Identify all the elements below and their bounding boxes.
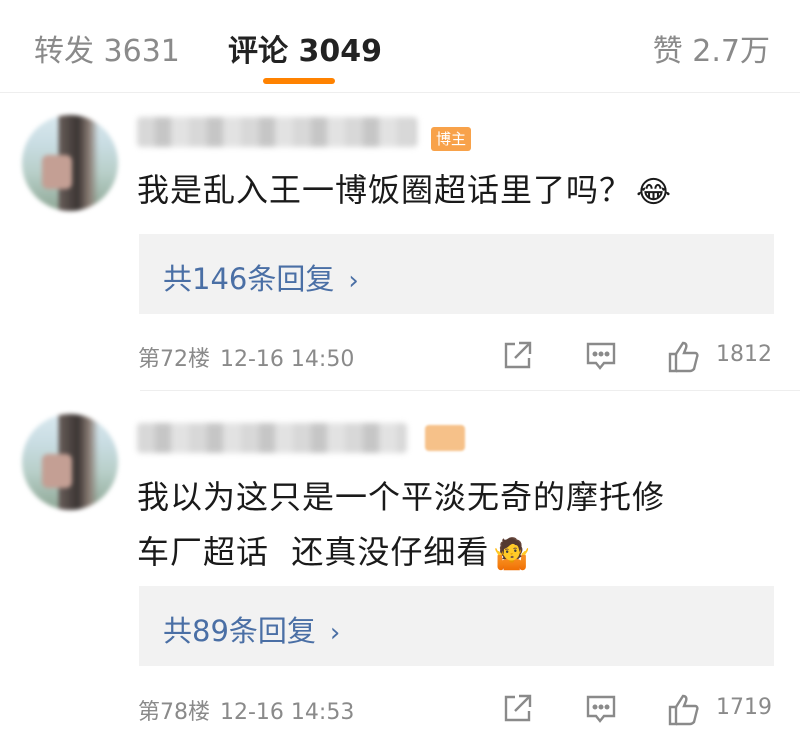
comment-text-content: 我是乱入王一博饭圈超话里了吗？ (137, 171, 633, 209)
chevron-right-icon: › (348, 266, 359, 296)
replies-box[interactable]: 共146条回复 › (139, 234, 774, 314)
like-button[interactable] (666, 692, 702, 732)
username-blurred[interactable] (137, 117, 417, 147)
laughing-crying-emoji-icon: 😂 (636, 174, 673, 210)
timestamp: 12-16 14:50 (220, 347, 355, 372)
comment-icon (586, 695, 616, 723)
comment-meta: 第78楼 12-16 14:53 (138, 694, 354, 726)
replies-count: 共89条回复 (163, 614, 316, 648)
share-icon (504, 341, 532, 369)
floor-number: 第72楼 (138, 347, 210, 372)
timestamp: 12-16 14:53 (220, 700, 355, 725)
floor-number: 第78楼 (138, 700, 210, 725)
replies-link[interactable]: 共146条回复 › (163, 256, 359, 298)
replies-box[interactable]: 共89条回复 › (139, 586, 774, 666)
shrug-emoji-icon: 🤷 (493, 536, 532, 572)
user-badge-blurred (425, 425, 465, 451)
author-badge: 博主 (431, 127, 472, 151)
comment-divider (140, 390, 800, 391)
replies-count: 共146条回复 (163, 262, 335, 296)
share-button[interactable] (500, 339, 534, 377)
tab-comment[interactable]: 评论 3049 (228, 26, 382, 70)
comment-meta: 第72楼 12-16 14:50 (138, 341, 354, 373)
comment-text: 我是乱入王一博饭圈超话里了吗？ 😂 (137, 163, 672, 220)
like-count: 1812 (716, 342, 772, 367)
thumbs-up-icon (668, 341, 699, 373)
like-button[interactable] (666, 339, 702, 379)
comment-tabs: 转发 3631 评论 3049 赞 2.7万 (0, 0, 800, 93)
active-tab-indicator (263, 78, 335, 84)
share-button[interactable] (500, 692, 534, 730)
comment-text-line: 车厂超话 还真没仔细看 🤷 (137, 525, 665, 582)
comment-button[interactable] (584, 692, 618, 730)
thumbs-up-icon (668, 694, 699, 726)
comment-text-content: 车厂超话 还真没仔细看 (137, 533, 490, 571)
comment-icon (586, 342, 616, 370)
replies-link[interactable]: 共89条回复 › (163, 608, 340, 650)
username-blurred[interactable] (137, 423, 407, 453)
avatar[interactable] (22, 414, 118, 510)
chevron-right-icon: › (329, 618, 341, 648)
tab-like[interactable]: 赞 2.7万 (653, 26, 770, 70)
share-icon (504, 694, 532, 722)
comment-item: 我以为这只是一个平淡无奇的摩托修 车厂超话 还真没仔细看 🤷 共89条回复 › 第7… (0, 392, 800, 733)
comment-button[interactable] (584, 339, 618, 377)
comment-item: 博主 我是乱入王一博饭圈超话里了吗？ 😂 共146条回复 › 第72楼 12-16 1… (0, 93, 800, 389)
like-count: 1719 (716, 695, 772, 720)
comment-text-line: 我以为这只是一个平淡无奇的摩托修 (137, 478, 666, 516)
comment-text: 我以为这只是一个平淡无奇的摩托修 车厂超话 还真没仔细看 🤷 (137, 470, 665, 582)
avatar[interactable] (22, 115, 118, 211)
tab-repost[interactable]: 转发 3631 (34, 26, 180, 70)
